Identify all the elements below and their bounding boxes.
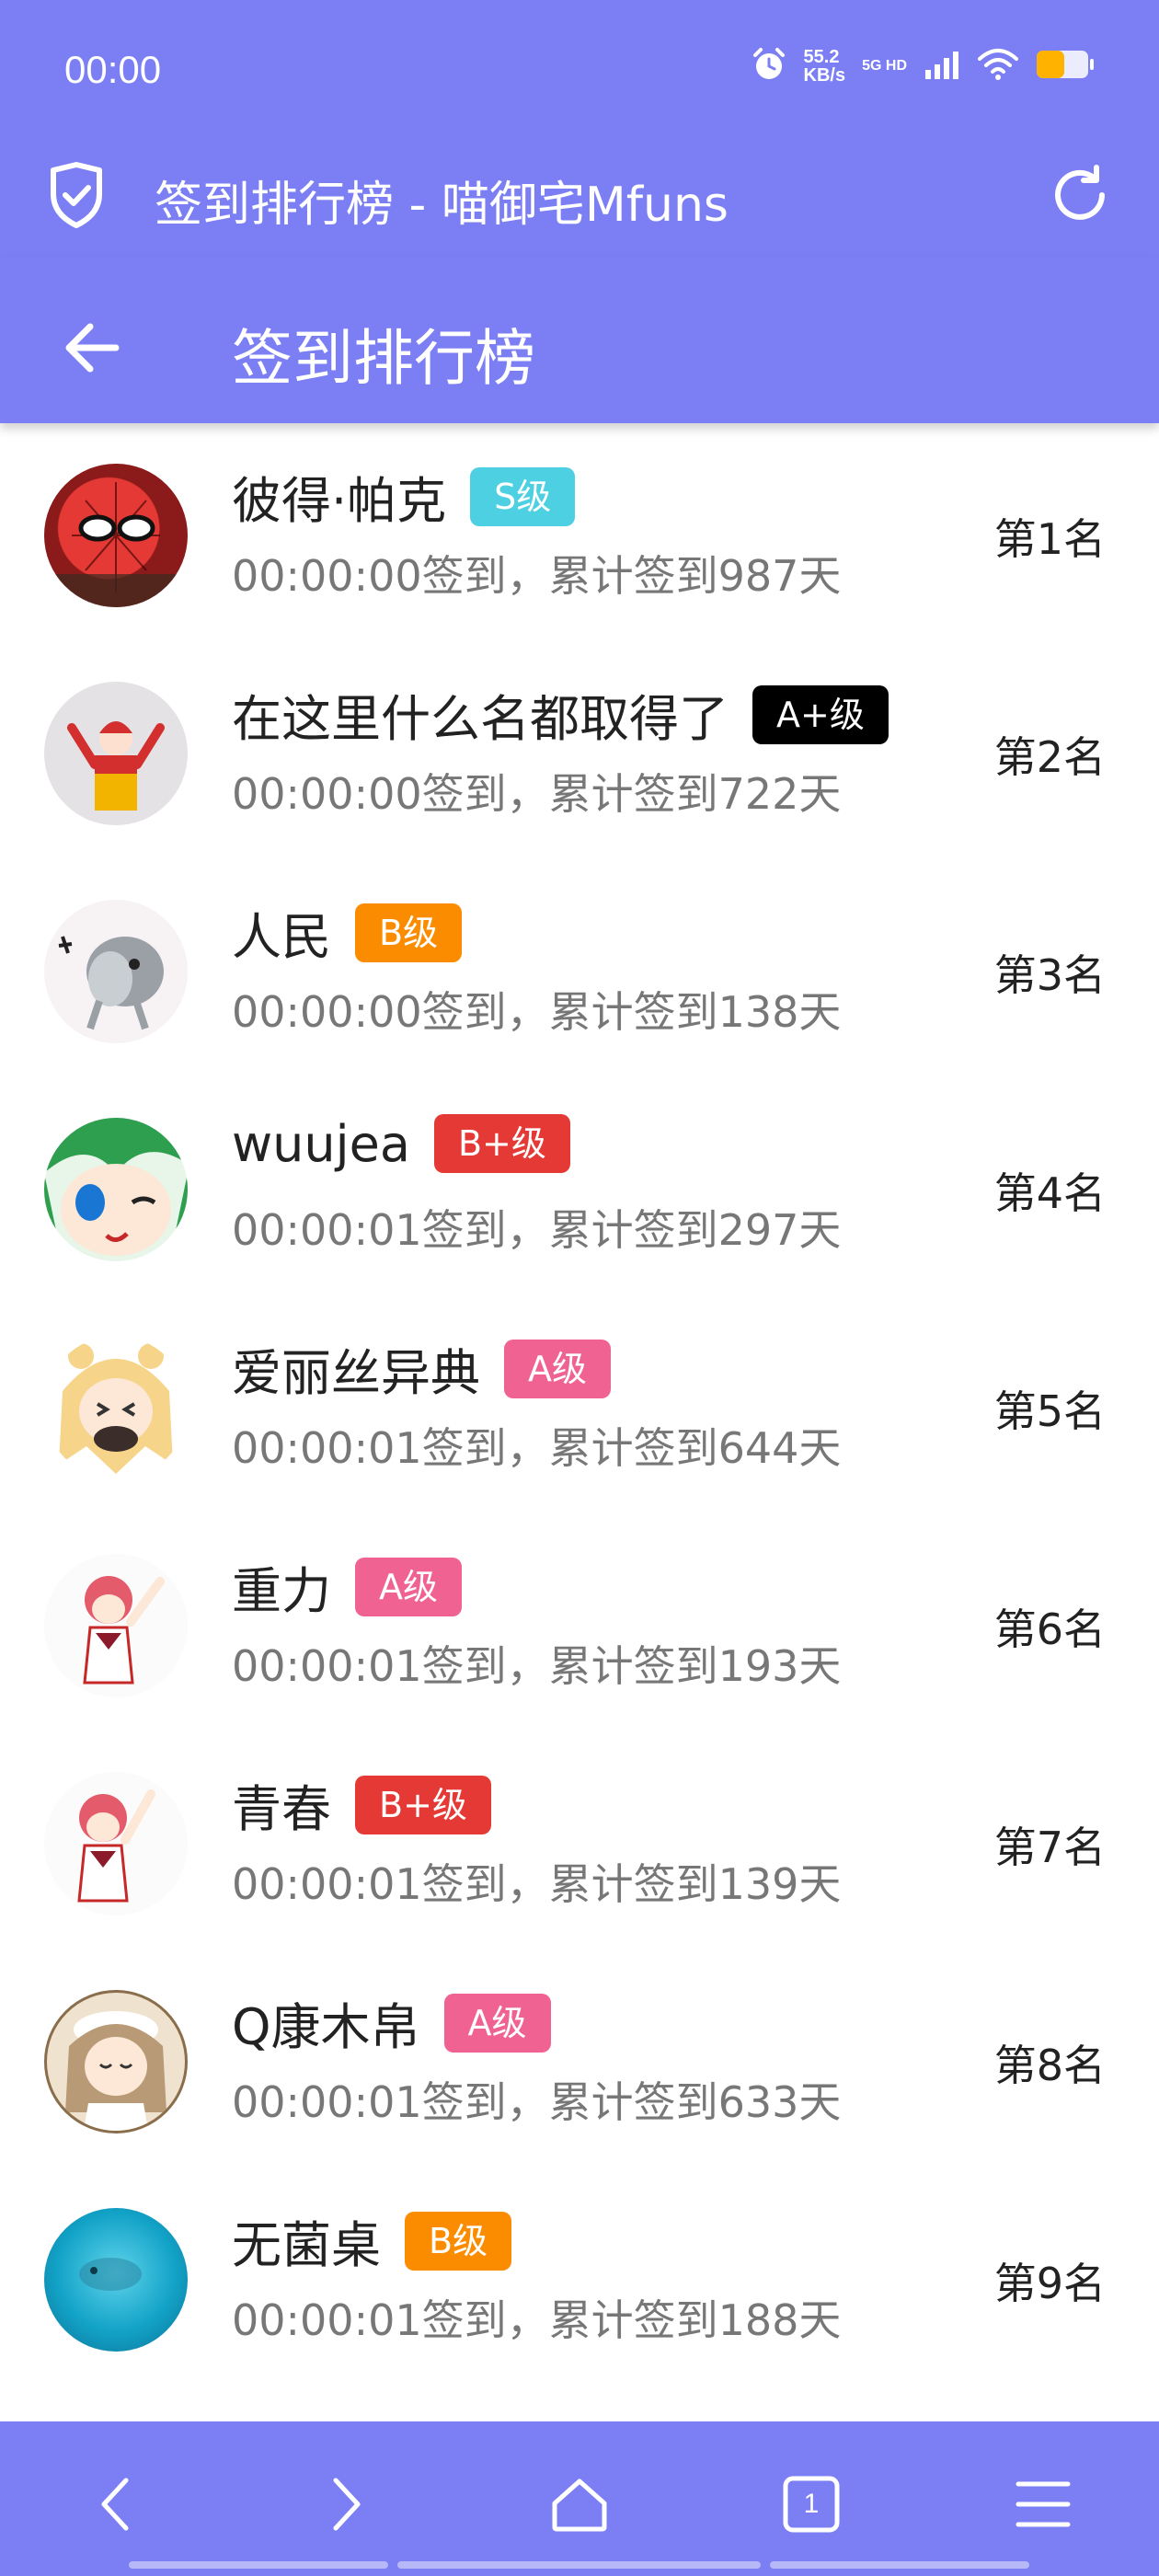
name-line: 人民 B级 xyxy=(232,896,463,969)
browser-page-title[interactable]: 签到排行榜 - 喵御宅Mfuns xyxy=(155,166,729,235)
level-badge: A级 xyxy=(443,1993,551,2053)
checkin-info: 00:00:00签到，累计签到722天 xyxy=(232,769,842,819)
checkin-info: 00:00:01签到，累计签到644天 xyxy=(232,1423,842,1473)
name-line: 青春 B+级 xyxy=(232,1768,491,1841)
network-type: 5G HD xyxy=(862,58,907,74)
rank-label: 第2名 xyxy=(993,732,1106,782)
level-badge: A级 xyxy=(355,1557,462,1616)
name-line: 重力 A级 xyxy=(232,1550,462,1623)
checkin-info: 00:00:01签到，累计签到188天 xyxy=(232,2295,842,2345)
user-name[interactable]: 彼得·帕克 xyxy=(232,460,446,533)
level-badge: B+级 xyxy=(433,1114,570,1173)
level-badge: B+级 xyxy=(355,1775,491,1834)
user-name[interactable]: 爱丽丝异典 xyxy=(232,1332,480,1405)
rank-label: 第9名 xyxy=(993,2259,1106,2308)
level-badge: A级 xyxy=(504,1339,611,1398)
avatar[interactable] xyxy=(44,1772,188,1915)
name-line: wuujea B+级 xyxy=(232,1114,570,1173)
list-item[interactable]: 人民 B级 00:00:00签到，累计签到138天 第3名 xyxy=(0,859,1159,1077)
arrow-left-icon[interactable] xyxy=(55,311,129,385)
browser-bar: 签到排行榜 - 喵御宅Mfuns xyxy=(0,138,1159,258)
avatar[interactable] xyxy=(44,1336,188,1479)
status-bar: 00:00 55.2 KB/s 5G HD xyxy=(0,0,1159,138)
checkin-info: 00:00:01签到，累计签到139天 xyxy=(232,1859,842,1909)
avatar[interactable] xyxy=(44,682,188,825)
user-name[interactable]: 在这里什么名都取得了 xyxy=(232,678,729,751)
alarm-icon xyxy=(751,46,787,86)
avatar[interactable] xyxy=(44,464,188,607)
rank-label: 第3名 xyxy=(993,950,1106,1000)
name-line: 在这里什么名都取得了 A+级 xyxy=(232,678,889,751)
name-line: 无菌桌 B级 xyxy=(232,2204,512,2277)
list-item[interactable]: wuujea B+级 00:00:01签到，累计签到297天 第4名 xyxy=(0,1077,1159,1295)
gesture-bar xyxy=(397,2561,761,2569)
avatar[interactable] xyxy=(44,2208,188,2352)
avatar[interactable] xyxy=(44,1990,188,2133)
checkin-info: 00:00:00签到，累计签到138天 xyxy=(232,987,842,1037)
network-speed: 55.2 KB/s xyxy=(804,48,846,85)
battery-icon xyxy=(1036,50,1095,83)
rank-label: 第6名 xyxy=(993,1604,1106,1654)
shield-check-icon[interactable] xyxy=(46,161,107,233)
wifi-icon xyxy=(977,48,1019,85)
gesture-bar xyxy=(770,2561,1029,2569)
speed-unit: KB/s xyxy=(803,65,846,86)
user-name[interactable]: wuujea xyxy=(232,1115,410,1173)
list-item[interactable]: 在这里什么名都取得了 A+级 00:00:00签到，累计签到722天 第2名 xyxy=(0,641,1159,859)
user-name[interactable]: 无菌桌 xyxy=(232,2204,381,2277)
list-item[interactable]: 彼得·帕克 S级 00:00:00签到，累计签到987天 第1名 xyxy=(0,423,1159,641)
user-name[interactable]: 青春 xyxy=(232,1768,331,1841)
gesture-bar xyxy=(129,2561,388,2569)
user-name[interactable]: 重力 xyxy=(232,1550,331,1623)
name-line: 爱丽丝异典 A级 xyxy=(232,1332,611,1405)
list-item[interactable]: 重力 A级 00:00:01签到，累计签到193天 第6名 xyxy=(0,1513,1159,1731)
list-item[interactable]: 无菌桌 B级 00:00:01签到，累计签到188天 第9名 xyxy=(0,2168,1159,2386)
checkin-info: 00:00:01签到，累计签到297天 xyxy=(232,1205,842,1255)
avatar[interactable] xyxy=(44,1554,188,1697)
list-item[interactable]: 青春 B+级 00:00:01签到，累计签到139天 第7名 xyxy=(0,1731,1159,1949)
rank-label: 第8名 xyxy=(993,2041,1106,2090)
user-name[interactable]: Q康木帛 xyxy=(232,1986,420,2059)
menu-icon[interactable] xyxy=(997,2458,1089,2550)
signal-icon xyxy=(924,50,960,83)
home-icon[interactable] xyxy=(534,2458,625,2550)
rank-label: 第1名 xyxy=(993,514,1106,564)
name-line: 彼得·帕克 S级 xyxy=(232,460,576,533)
checkin-info: 00:00:00签到，累计签到987天 xyxy=(232,551,842,601)
tab-count: 1 xyxy=(803,2489,820,2519)
rank-label: 第4名 xyxy=(993,1168,1106,1218)
user-name[interactable]: 人民 xyxy=(232,896,331,969)
level-badge: A+级 xyxy=(752,684,889,744)
status-time: 00:00 xyxy=(64,48,162,91)
level-badge: B级 xyxy=(355,903,463,962)
rank-label: 第7名 xyxy=(993,1823,1106,1872)
speed-value: 55.2 xyxy=(803,47,840,67)
rank-label: 第5名 xyxy=(993,1386,1106,1436)
level-badge: S级 xyxy=(470,466,576,526)
back-icon[interactable] xyxy=(69,2458,161,2550)
avatar[interactable] xyxy=(44,1118,188,1261)
list-item[interactable]: 爱丽丝异典 A级 00:00:01签到，累计签到644天 第5名 xyxy=(0,1295,1159,1513)
avatar[interactable] xyxy=(44,900,188,1043)
page-title: 签到排行榜 xyxy=(232,323,535,394)
list-item[interactable]: Q康木帛 A级 00:00:01签到，累计签到633天 第8名 xyxy=(0,1949,1159,2168)
checkin-info: 00:00:01签到，累计签到633天 xyxy=(232,2077,842,2127)
name-line: Q康木帛 A级 xyxy=(232,1986,551,2059)
level-badge: B级 xyxy=(405,2211,512,2271)
bottom-nav: 1 xyxy=(0,2421,1159,2576)
tabs-icon[interactable]: 1 xyxy=(765,2458,857,2550)
forward-icon[interactable] xyxy=(301,2458,393,2550)
checkin-info: 00:00:01签到，累计签到193天 xyxy=(232,1641,842,1691)
status-icons: 55.2 KB/s 5G HD xyxy=(751,46,1095,86)
reload-icon[interactable] xyxy=(1047,162,1113,232)
page-header: 签到排行榜 xyxy=(0,258,1159,423)
